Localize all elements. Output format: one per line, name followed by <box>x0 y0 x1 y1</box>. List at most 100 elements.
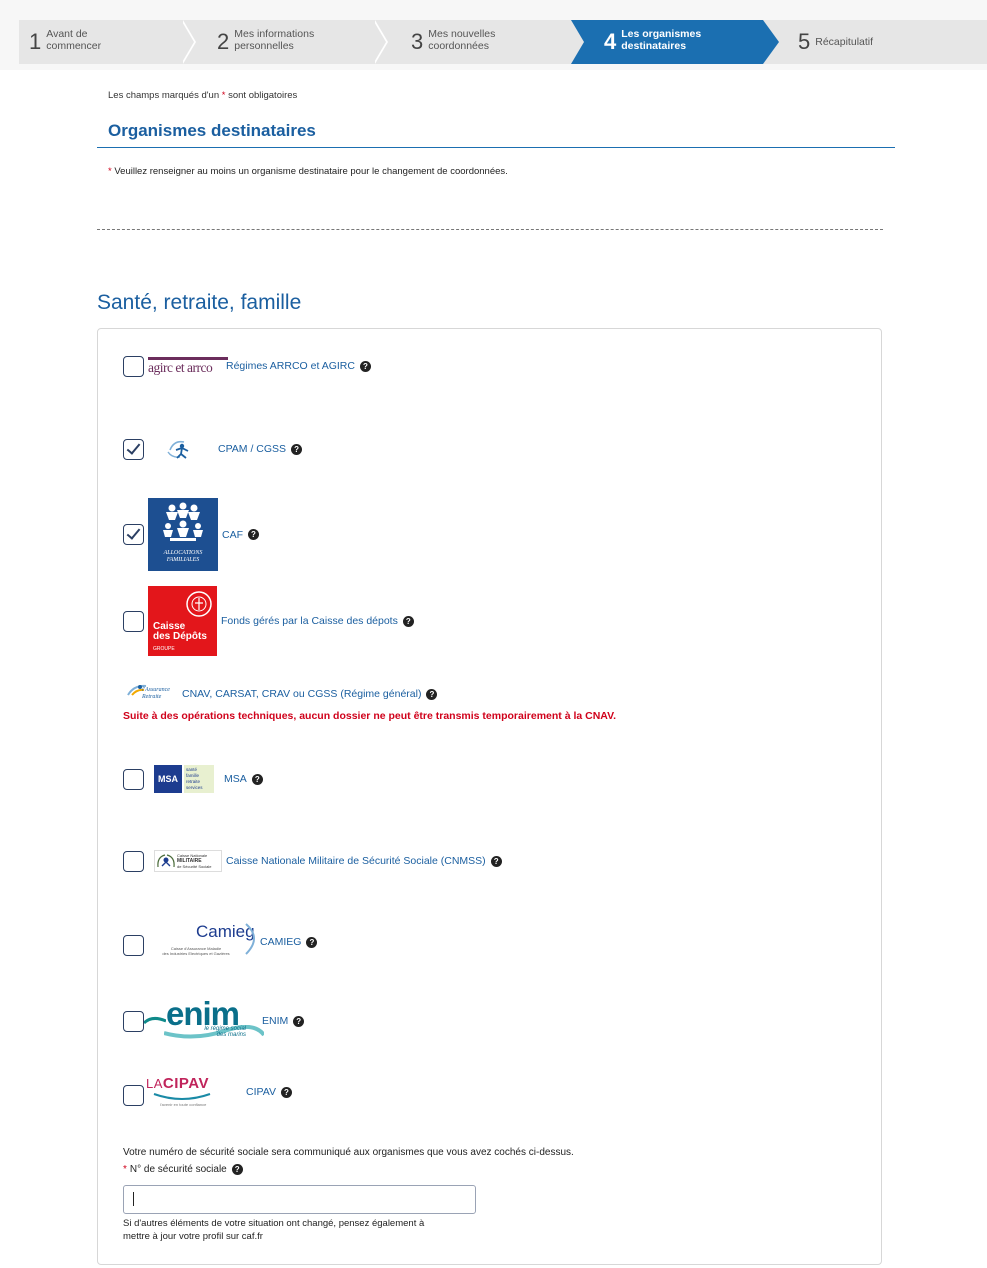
organism-label: ENIM <box>262 1015 289 1027</box>
cipav-logo-text: LACIPAV <box>146 1075 210 1092</box>
organism-label: CIPAV <box>246 1086 276 1098</box>
assurance-retraite-logo: l'Assurance Retraite <box>126 683 178 705</box>
help-icon[interactable]: ? <box>293 1015 305 1027</box>
step-1: 1 Avant de commencer <box>19 20 194 64</box>
camieg-logo: Camieg Caisse d'Assurance Maladie des Ind… <box>144 920 262 964</box>
checkbox-msa[interactable] <box>123 768 144 790</box>
cipav-arc-icon <box>153 1093 211 1100</box>
organism-label: CNAV, CARSAT, CRAV ou CGSS (Régime génér… <box>182 688 422 700</box>
organism-row-cpam: CPAM / CGSS ? <box>123 437 303 461</box>
checkbox-cpam[interactable] <box>123 438 144 460</box>
organism-row-cnmss: Caisse Nationale MILITAIRE de Sécurité Soc… <box>123 849 502 873</box>
assurance-maladie-icon <box>167 440 189 459</box>
cnmss-icon <box>157 854 175 868</box>
step-5: 5 Récapitulatif <box>798 20 948 64</box>
organism-row-enim: enim le régime social des marins ENIM ? <box>123 995 305 1041</box>
assurance-retraite-text: l'Assurance Retraite <box>142 687 170 700</box>
step-separator <box>373 20 386 64</box>
cnav-warning: Suite à des opérations techniques, aucun… <box>123 710 617 722</box>
organism-row-cnav: l'Assurance Retraite CNAV, CARSAT, CRAV o… <box>126 683 438 705</box>
organism-row-agirc-arrco: agirc et arrco Régimes ARRCO et AGIRC ? <box>123 354 371 378</box>
logo-text: agirc et arrco <box>148 359 213 375</box>
checkbox-agirc-arrco[interactable] <box>123 355 144 377</box>
help-icon[interactable]: ? <box>426 688 438 700</box>
organism-row-msa: MSA santé famille retraite services MSA ? <box>123 764 263 794</box>
checkbox-camieg[interactable] <box>123 934 144 956</box>
stepper-bar-background: 1 Avant de commencer 2 Mes informations pe… <box>0 0 987 70</box>
enim-logo: enim le régime social des marins <box>144 995 264 1041</box>
caisse-des-depots-seal-icon <box>186 591 212 617</box>
subsection-title: Santé, retraite, famille <box>97 291 302 314</box>
help-icon[interactable]: ? <box>280 1086 292 1098</box>
step-number: 4 <box>604 29 617 54</box>
help-icon[interactable]: ? <box>291 443 303 455</box>
required-fields-note: Les champs marqués d'un * sont obligatoi… <box>108 90 298 101</box>
checkbox-enim[interactable] <box>123 1010 144 1032</box>
step-number: 3 <box>411 29 424 54</box>
text-cursor <box>133 1192 134 1206</box>
organism-row-caf: ALLOCATIONS FAMILIALES CAF ? <box>123 498 259 571</box>
step-3: 3 Mes nouvelles coordonnées <box>411 20 571 64</box>
caisse-des-depots-subtext: GROUPE <box>153 646 175 652</box>
caf-logo: ALLOCATIONS FAMILIALES <box>148 498 218 571</box>
enim-logo-subtext: le régime social des marins <box>204 1026 246 1038</box>
step-label: Les organismes destinataires <box>621 28 702 52</box>
assurance-maladie-logo <box>148 437 214 461</box>
caf-logo-text: ALLOCATIONS FAMILIALES <box>163 550 203 563</box>
step-label: Mes informations personnelles <box>234 28 315 52</box>
step-label: Mes nouvelles coordonnées <box>428 28 496 52</box>
step-separator <box>181 20 194 64</box>
help-icon[interactable]: ? <box>231 1164 243 1175</box>
organism-row-caisse-des-depots: Caisse des Dépôts GROUPE Fonds gérés par … <box>123 586 414 656</box>
organism-label: Fonds gérés par la Caisse des dépots <box>221 615 398 627</box>
caisse-des-depots-logo: Caisse des Dépôts GROUPE <box>148 586 217 656</box>
step-number: 5 <box>798 29 811 54</box>
caisse-des-depots-text: Caisse des Dépôts <box>153 621 207 642</box>
organism-row-cipav: LACIPAV l'avenir en toute confiance CIPA… <box>123 1075 292 1109</box>
cnmss-logo: Caisse Nationale MILITAIRE de Sécurité Soc… <box>154 850 222 872</box>
msa-logo: MSA santé famille retraite services <box>154 764 218 794</box>
checkbox-cnmss[interactable] <box>123 850 144 872</box>
agirc-arrco-logo: agirc et arrco <box>148 354 228 378</box>
organism-label: Caisse Nationale Militaire de Sécurité S… <box>226 855 486 867</box>
help-icon[interactable]: ? <box>490 855 502 867</box>
organism-label: CPAM / CGSS <box>218 443 287 455</box>
step-label: Récapitulatif <box>815 36 874 48</box>
cipav-logo: LACIPAV l'avenir en toute confiance <box>144 1075 242 1109</box>
social-security-note: Votre numéro de sécurité sociale sera co… <box>123 1147 574 1158</box>
stepper: 1 Avant de commencer 2 Mes informations pe… <box>19 20 987 64</box>
caf-figures-icon <box>163 502 203 541</box>
section-divider <box>97 147 895 148</box>
organism-label: CAF <box>222 528 243 541</box>
organism-required-note: * Veuillez renseigner au moins un organi… <box>108 166 508 177</box>
organism-row-camieg: Camieg Caisse d'Assurance Maladie des Ind… <box>123 920 318 964</box>
help-icon[interactable]: ? <box>248 529 259 540</box>
update-profile-note: Si d'autres éléments de votre situation … <box>123 1218 425 1242</box>
msa-logo-lines: santé famille retraite services <box>184 765 214 793</box>
help-icon[interactable]: ? <box>359 360 371 372</box>
social-security-label: * N° de sécurité sociale ? <box>123 1164 243 1175</box>
step-number: 1 <box>29 29 42 54</box>
camieg-logo-subtext: Caisse d'Assurance Maladie des Industries… <box>162 946 230 956</box>
step-active-arrow-out <box>763 20 779 64</box>
organism-label: MSA <box>224 773 247 785</box>
help-icon[interactable]: ? <box>306 936 318 948</box>
cnmss-text: Caisse Nationale MILITAIRE de Sécurité Soc… <box>177 853 212 869</box>
section-title: Organismes destinataires <box>108 121 316 140</box>
organism-label: Régimes ARRCO et AGIRC <box>226 360 355 372</box>
organisms-panel <box>97 328 882 1265</box>
step-active-arrow-in <box>571 20 584 64</box>
step-4-active: 4 Les organismes destinataires <box>604 20 754 64</box>
enim-wave-icon <box>144 1016 166 1025</box>
social-security-number-input[interactable] <box>123 1185 476 1214</box>
msa-logo-mark: MSA <box>154 765 182 793</box>
dashed-separator <box>97 229 883 230</box>
help-icon[interactable]: ? <box>402 615 414 627</box>
checkbox-caisse-des-depots[interactable] <box>123 610 144 632</box>
checkbox-caf[interactable] <box>123 524 144 545</box>
help-icon[interactable]: ? <box>251 773 263 785</box>
checkbox-cipav[interactable] <box>123 1084 144 1106</box>
step-2: 2 Mes informations personnelles <box>217 20 392 64</box>
step-label: Avant de commencer <box>46 28 102 52</box>
cipav-logo-subtext: l'avenir en toute confiance <box>160 1102 207 1107</box>
